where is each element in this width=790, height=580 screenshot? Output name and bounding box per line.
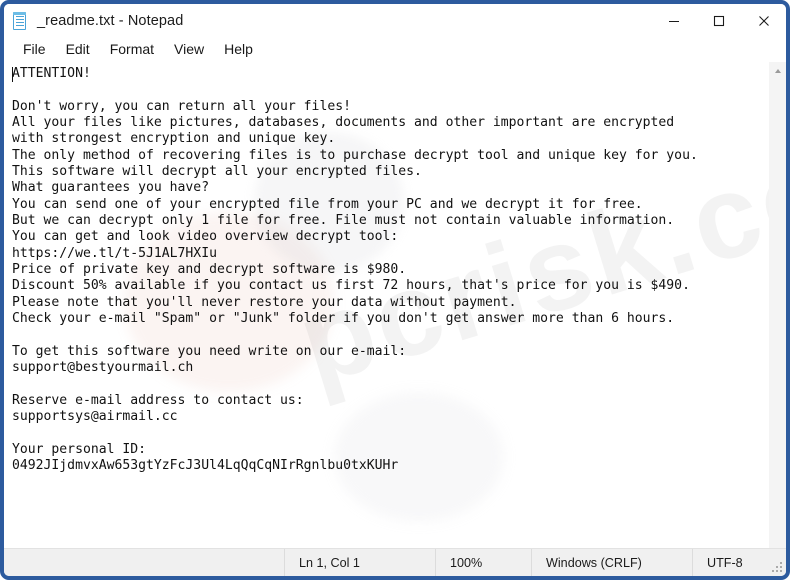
notepad-window: _readme.txt - Notepad File Edit Format V…	[0, 0, 790, 580]
window-controls	[651, 4, 786, 37]
menu-item-view[interactable]: View	[164, 39, 214, 60]
menu-item-edit[interactable]: Edit	[56, 39, 100, 60]
editor-area: pcrisk.com ATTENTION! Don't worry, you c…	[4, 62, 786, 548]
status-cursor-position: Ln 1, Col 1	[299, 555, 360, 570]
title-bar-left: _readme.txt - Notepad	[4, 11, 651, 30]
status-line-ending[interactable]: Windows (CRLF)	[532, 549, 692, 577]
notepad-icon	[11, 11, 28, 30]
text-editor[interactable]: ATTENTION! Don't worry, you can return a…	[4, 62, 769, 548]
minimize-icon	[668, 20, 679, 22]
window-title: _readme.txt - Notepad	[37, 12, 184, 29]
menu-item-help[interactable]: Help	[214, 39, 263, 60]
resize-grip-icon[interactable]	[772, 562, 783, 573]
close-icon	[758, 15, 769, 26]
status-bar: Ln 1, Col 1 100% Windows (CRLF) UTF-8	[4, 548, 786, 576]
menu-bar: File Edit Format View Help	[4, 37, 786, 62]
menu-item-format[interactable]: Format	[100, 39, 164, 60]
menu-item-file[interactable]: File	[13, 39, 56, 60]
title-bar: _readme.txt - Notepad	[4, 4, 786, 37]
maximize-button[interactable]	[696, 4, 741, 37]
minimize-button[interactable]	[651, 4, 696, 37]
text-caret	[12, 67, 13, 82]
scroll-up-arrow-icon[interactable]	[769, 62, 786, 79]
scrollbar-track[interactable]	[769, 79, 786, 548]
close-button[interactable]	[741, 4, 786, 37]
status-zoom-level[interactable]: 100%	[436, 549, 531, 577]
maximize-icon	[713, 15, 724, 26]
vertical-scrollbar[interactable]	[769, 62, 786, 548]
